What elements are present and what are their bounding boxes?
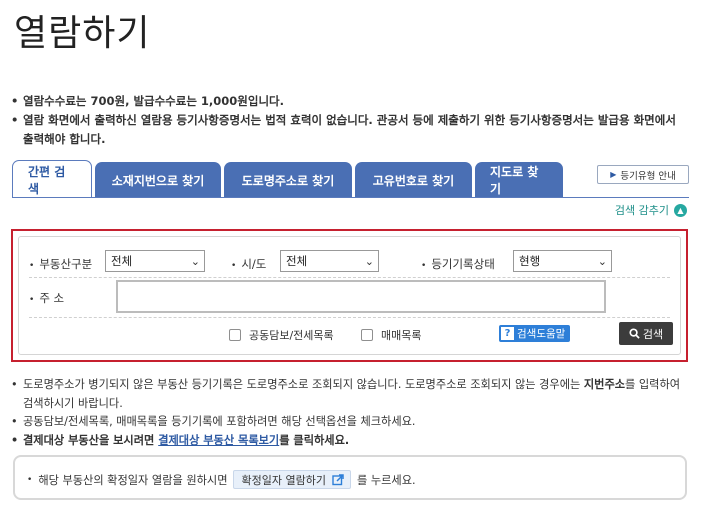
notice-legal: 열람 화면에서 출력하신 열람용 등기사항증명서는 법적 효력이 없습니다. 관… bbox=[10, 111, 690, 149]
chevron-down-icon: ⌄ bbox=[364, 255, 374, 268]
row-divider bbox=[29, 317, 670, 318]
record-status-label: • 등기기록상태 bbox=[421, 257, 495, 271]
search-help-button[interactable]: ? 검색도움말 bbox=[499, 325, 571, 342]
chevron-up-icon: ▲ bbox=[674, 203, 687, 217]
tab-divider bbox=[12, 197, 689, 198]
region-select[interactable]: 전체 ⌄ bbox=[280, 250, 379, 272]
joint-collateral-checkbox[interactable]: 공동담보/전세목록 bbox=[229, 327, 334, 343]
tab-simple-search[interactable]: 간편 검색 bbox=[12, 160, 92, 198]
notice-fee: 열람수수료는 700원, 발급수수료는 1,000원입니다. bbox=[10, 92, 690, 111]
tab-lot-number[interactable]: 소재지번으로 찾기 bbox=[95, 162, 221, 198]
chevron-down-icon: ⌄ bbox=[190, 255, 200, 268]
tab-unique-number[interactable]: 고유번호로 찾기 bbox=[355, 162, 472, 198]
property-type-select[interactable]: 전체 ⌄ bbox=[105, 250, 205, 272]
tip-payment: 결제대상 부동산을 보시려면 결제대상 부동산 목록보기를 클릭하세요. bbox=[10, 432, 690, 451]
sale-list-checkbox[interactable]: 매매목록 bbox=[361, 327, 421, 343]
tab-map[interactable]: 지도로 찾기 bbox=[475, 162, 563, 198]
tab-road-address[interactable]: 도로명주소로 찾기 bbox=[224, 162, 352, 198]
search-form-frame: • 부동산구분 전체 ⌄ • 시/도 전체 ⌄ • 등기기록상태 현행 ⌄ • 주 소 … bbox=[11, 229, 688, 362]
checkbox-box bbox=[361, 329, 373, 341]
checkbox-box bbox=[229, 329, 241, 341]
search-button[interactable]: 검색 bbox=[619, 322, 673, 345]
confirm-date-view-button[interactable]: 확정일자 열람하기 bbox=[232, 470, 351, 489]
chevron-right-icon: ▶ bbox=[610, 170, 617, 179]
external-link-icon bbox=[332, 473, 344, 485]
property-type-label: • 부동산구분 bbox=[29, 257, 93, 271]
tips-list: 도로명주소가 병기되지 않은 부동산 등기기록은 도로명주소로 조회되지 않습니… bbox=[10, 376, 690, 450]
region-label: • 시/도 bbox=[231, 257, 267, 271]
record-status-select[interactable]: 현행 ⌄ bbox=[513, 250, 612, 272]
registry-type-guide-button[interactable]: ▶ 등기유형 안내 bbox=[597, 165, 689, 184]
search-tabs: 간편 검색 소재지번으로 찾기 도로명주소로 찾기 고유번호로 찾기 지도로 찾… bbox=[12, 160, 566, 198]
guide-button-label: 등기유형 안내 bbox=[620, 170, 676, 182]
address-input[interactable] bbox=[116, 280, 606, 313]
collapse-search-toggle[interactable]: 검색 감추기 ▲ bbox=[615, 202, 687, 218]
notice-list: 열람수수료는 700원, 발급수수료는 1,000원입니다. 열람 화면에서 출… bbox=[10, 92, 690, 149]
search-icon bbox=[629, 328, 640, 339]
page-title: 열람하기 bbox=[14, 13, 151, 54]
collapse-label: 검색 감추기 bbox=[614, 204, 669, 217]
chevron-down-icon: ⌄ bbox=[597, 255, 607, 268]
confirm-date-box: • 해당 부동산의 확정일자 열람을 원하시면 확정일자 열람하기 를 누르세요… bbox=[13, 455, 687, 500]
question-icon: ? bbox=[501, 327, 514, 340]
tip-road-address: 도로명주소가 병기되지 않은 부동산 등기기록은 도로명주소로 조회되지 않습니… bbox=[10, 376, 690, 413]
address-label: • 주 소 bbox=[29, 291, 65, 305]
tip-options: 공동담보/전세목록, 매매목록을 등기기록에 포함하려면 해당 선택옵션을 체크… bbox=[10, 413, 690, 432]
row-divider bbox=[29, 277, 670, 278]
search-form: • 부동산구분 전체 ⌄ • 시/도 전체 ⌄ • 등기기록상태 현행 ⌄ • 주 소 … bbox=[18, 236, 681, 355]
payment-list-link[interactable]: 결제대상 부동산 목록보기 bbox=[158, 434, 279, 447]
confirm-date-row: • 해당 부동산의 확정일자 열람을 원하시면 확정일자 열람하기 를 누르세요… bbox=[27, 470, 416, 489]
